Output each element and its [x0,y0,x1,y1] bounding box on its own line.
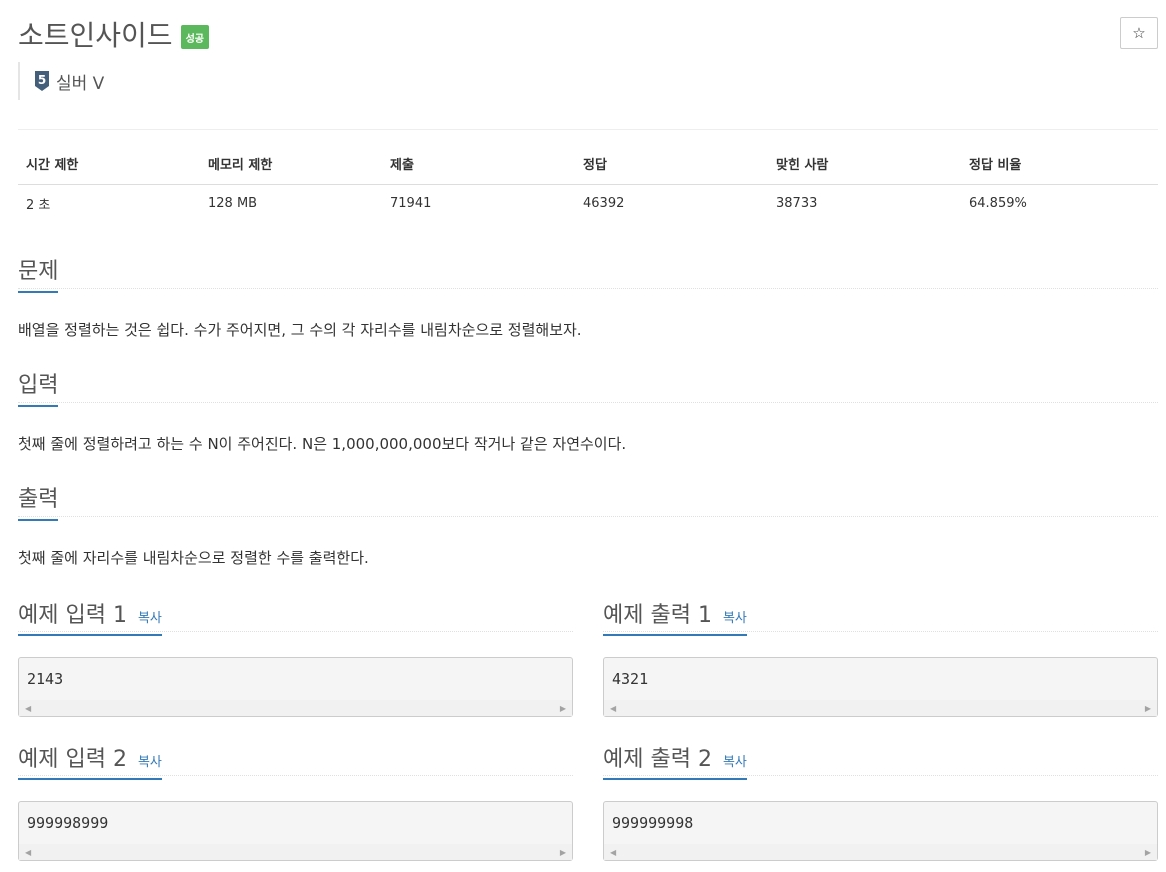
horizontal-scrollbar[interactable]: ◀ ▶ [604,844,1157,860]
status-badge: 성공 [180,25,209,49]
stats-value: 46392 [583,195,625,211]
stats-value: 38733 [776,195,818,211]
stats-value: 64.859% [969,195,1027,211]
scroll-right-icon[interactable]: ▶ [1145,848,1151,857]
section-divider [18,402,1158,403]
copy-button[interactable]: 복사 [138,611,162,626]
problem-description: 배열을 정렬하는 것은 쉽다. 수가 주어지면, 그 수의 각 자리수를 내림차… [18,321,582,339]
stats-header: 정답 비율 [961,150,1158,185]
tier-label: 실버 V [56,73,105,94]
scroll-left-icon[interactable]: ◀ [610,704,616,713]
stats-header-row: 시간 제한 메모리 제한 제출 정답 맞힌 사람 정답 비율 [18,150,1158,185]
sample-input-2-value: 999998999 [27,814,109,832]
sample-output-1-box[interactable]: 4321 ◀ ▶ [603,657,1158,717]
horizontal-scrollbar[interactable]: ◀ ▶ [19,844,572,860]
stats-value: 71941 [390,195,432,211]
copy-button[interactable]: 복사 [723,755,747,770]
scroll-left-icon[interactable]: ◀ [610,848,616,857]
horizontal-scrollbar[interactable]: ◀ ▶ [604,700,1157,716]
sample-input-2-box[interactable]: 999998999 ◀ ▶ [18,801,573,861]
stats-value: 128 MB [208,195,258,211]
copy-button[interactable]: 복사 [723,611,747,626]
input-description: 첫째 줄에 정렬하려고 하는 수 N이 주어진다. N은 1,000,000,0… [18,435,627,453]
stats-header: 메모리 제한 [200,150,382,185]
svg-text:5: 5 [38,73,46,87]
section-divider [603,631,1158,632]
scroll-left-icon[interactable]: ◀ [25,848,31,857]
stats-header: 정답 [575,150,768,185]
problem-section-heading: 문제 [18,253,59,293]
stats-header: 맞힌 사람 [768,150,961,185]
stats-header: 제출 [382,150,575,185]
tier-info: 5 실버 V [18,62,104,100]
section-divider [18,288,1158,289]
divider [18,129,1158,130]
input-section-heading: 입력 [18,367,59,407]
sample-output-2-value: 999999998 [612,814,694,832]
output-description: 첫째 줄에 자리수를 내림차순으로 정렬한 수를 출력한다. [18,549,369,567]
section-divider [603,775,1158,776]
scroll-left-icon[interactable]: ◀ [25,704,31,713]
horizontal-scrollbar[interactable]: ◀ ▶ [19,700,572,716]
output-section-heading: 출력 [18,481,59,521]
scroll-right-icon[interactable]: ▶ [1145,704,1151,713]
stats-value-row: 2 초 128 MB 71941 46392 38733 64.859% [18,185,1158,222]
section-divider [18,631,573,632]
scroll-right-icon[interactable]: ▶ [560,848,566,857]
stats-header: 시간 제한 [18,150,200,185]
star-button[interactable]: ☆ [1120,17,1158,49]
problem-title: 소트인사이드 [18,19,173,52]
stats-value: 2 초 [26,197,51,213]
problem-stats-table: 시간 제한 메모리 제한 제출 정답 맞힌 사람 정답 비율 2 초 128 M… [18,150,1158,221]
section-divider [18,775,573,776]
star-icon: ☆ [1132,24,1146,42]
sample-output-1-value: 4321 [612,670,649,688]
silver-tier-icon: 5 [35,71,49,91]
title-row: 소트인사이드 성공 [18,14,209,54]
sample-input-1-box[interactable]: 2143 ◀ ▶ [18,657,573,717]
scroll-right-icon[interactable]: ▶ [560,704,566,713]
copy-button[interactable]: 복사 [138,755,162,770]
section-divider [18,516,1158,517]
sample-input-1-value: 2143 [27,670,64,688]
sample-output-2-box[interactable]: 999999998 ◀ ▶ [603,801,1158,861]
